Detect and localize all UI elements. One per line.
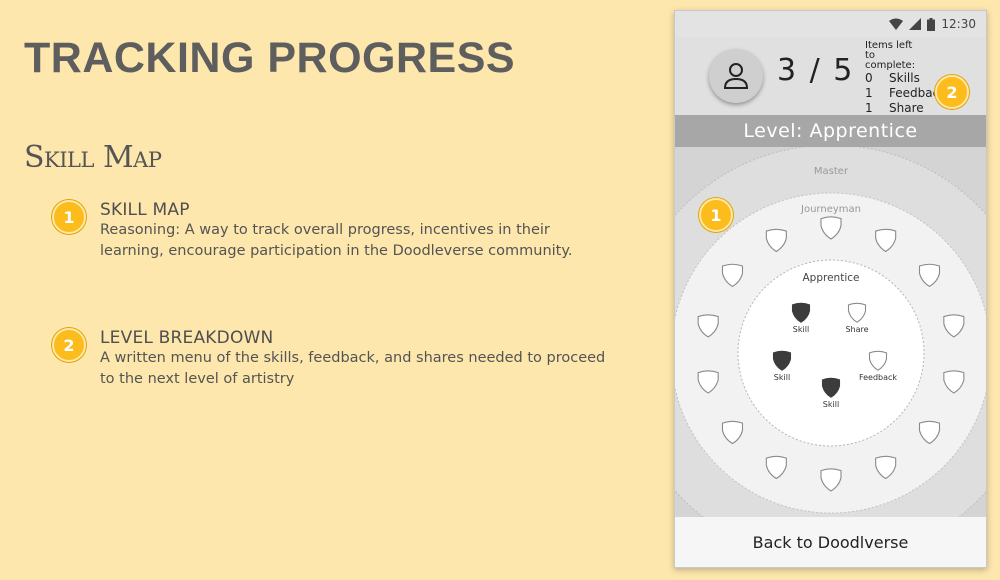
items-left-list: Items left to complete: 0 Skills 1 Feedbac…	[865, 41, 946, 116]
signal-icon	[909, 18, 922, 30]
wifi-icon	[889, 18, 904, 30]
annotation-badge-1: 1	[699, 198, 733, 232]
note-badge-1: 1	[52, 200, 86, 234]
items-left-caption: Items left to complete:	[865, 40, 916, 71]
status-bar: 12:30	[675, 11, 986, 37]
progress-header: 3 / 5 Items left to complete: 0 Skills 1F…	[675, 37, 986, 115]
slide-title: TRACKING PROGRESS	[24, 34, 516, 82]
back-to-doodlverse-button[interactable]: Back to Doodlverse	[675, 517, 986, 567]
phone-mockup: 12:30 3 / 5 Items left to complete: 0 Ski…	[674, 10, 987, 568]
list-item: 0 Skills	[865, 71, 946, 86]
note-text: Reasoning: A way to track overall progre…	[100, 222, 573, 259]
apprentice-item-label: Skill	[823, 400, 839, 409]
apprentice-item-label: Skill	[793, 325, 809, 334]
note-heading: SKILL MAP	[100, 200, 190, 220]
annotation-badge-2: 2	[935, 75, 969, 109]
note-heading: LEVEL BREAKDOWN	[100, 328, 274, 348]
list-item: 1 Share	[865, 101, 946, 116]
apprentice-item-label: Feedback	[859, 373, 897, 382]
ring-label-journeyman: Journeyman	[800, 204, 861, 215]
battery-icon	[927, 17, 936, 31]
item-label: Skills	[889, 71, 920, 85]
note-level-breakdown: 2 LEVEL BREAKDOWN A written menu of the …	[52, 328, 612, 390]
progress-count: 3 / 5	[777, 53, 855, 88]
slide-subtitle: Skill Map	[24, 140, 162, 175]
level-bar: Level: Apprentice	[675, 115, 986, 147]
item-count: 1	[865, 101, 873, 115]
note-badge-2: 2	[52, 328, 86, 362]
apprentice-item-label: Skill	[774, 373, 790, 382]
ring-apprentice	[737, 259, 925, 447]
item-count: 1	[865, 86, 873, 100]
item-label: Share	[889, 101, 924, 115]
apprentice-item-label: Share	[845, 325, 868, 334]
avatar[interactable]	[709, 49, 763, 103]
list-item: 1 Feedback	[865, 86, 946, 101]
item-count: 0	[865, 71, 873, 85]
note-text: A written menu of the skills, feedback, …	[100, 350, 606, 387]
ring-label-apprentice: Apprentice	[803, 272, 860, 284]
note-skill-map: 1 SKILL MAP Reasoning: A way to track ov…	[52, 200, 612, 262]
ring-label-master: Master	[814, 166, 849, 177]
status-time: 12:30	[941, 17, 976, 31]
user-icon	[723, 63, 749, 89]
